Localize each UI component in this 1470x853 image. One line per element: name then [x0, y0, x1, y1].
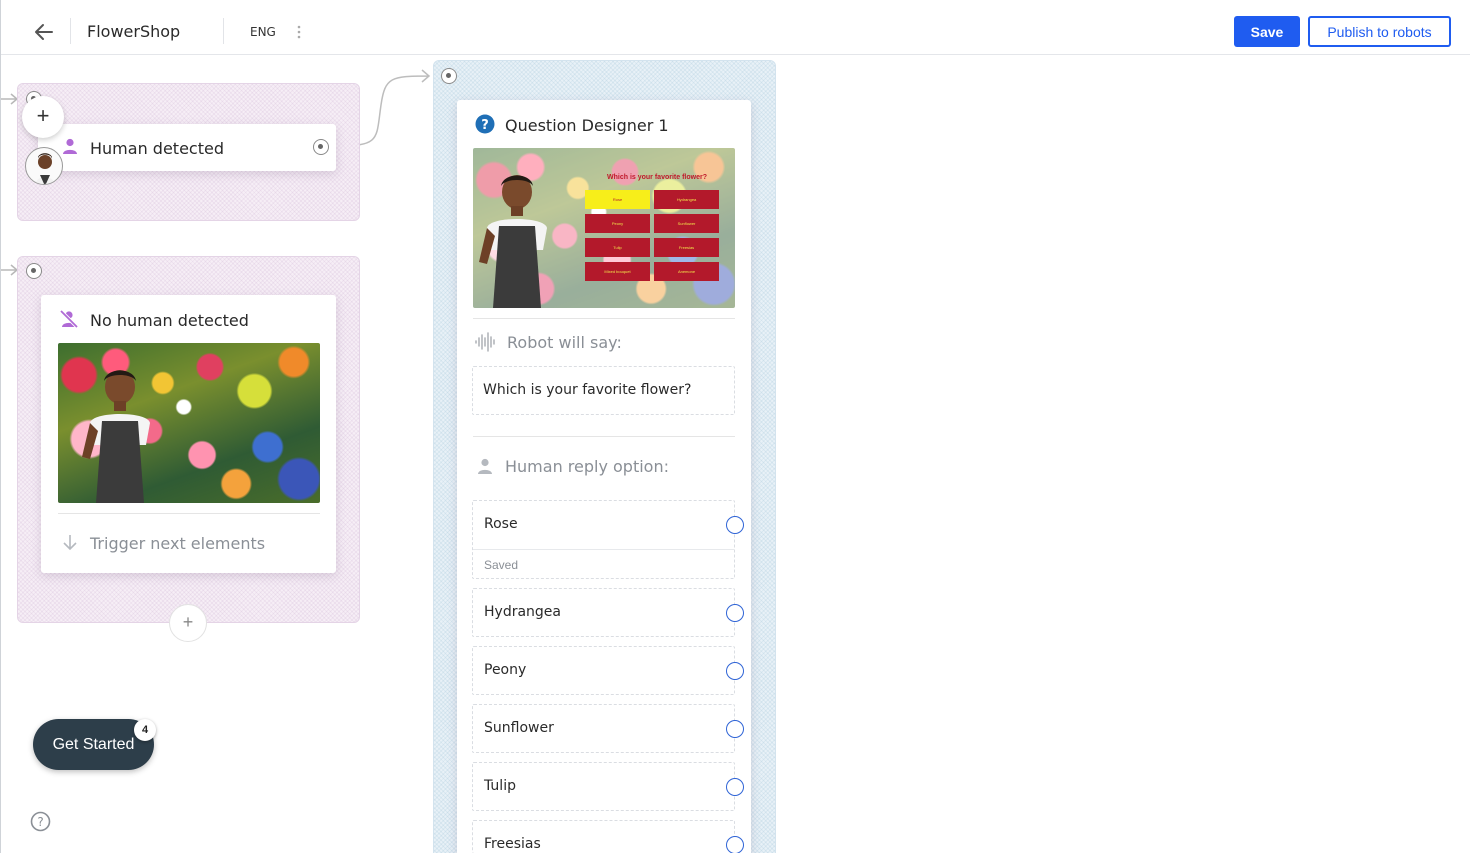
preview-option: Sunflower — [654, 214, 719, 233]
app-title: FlowerShop — [87, 22, 181, 41]
no-human-detected-title: No human detected — [90, 311, 249, 330]
add-element-button[interactable]: + — [169, 604, 207, 642]
robot-say-text: Which is your favorite flower? — [483, 382, 692, 398]
reply-option-radio[interactable] — [726, 720, 744, 738]
flower-shop-image — [58, 343, 320, 503]
reply-option-label: Freesias — [484, 836, 541, 852]
input-port[interactable] — [26, 263, 42, 279]
header-divider — [70, 18, 71, 44]
reply-option[interactable]: Peony — [472, 646, 744, 695]
reply-option-label: Rose — [484, 516, 518, 532]
question-icon: ? — [475, 114, 495, 134]
reply-option[interactable]: Sunflower — [472, 704, 744, 753]
back-arrow-icon[interactable] — [31, 19, 57, 45]
card-divider — [473, 436, 735, 437]
sound-wave-icon — [475, 332, 495, 352]
no-human-detected-card[interactable]: No human detected Trigger next elements — [41, 295, 336, 573]
plus-icon: + — [182, 612, 194, 632]
human-detected-title: Human detected — [90, 139, 224, 158]
preview-option: Freesias — [654, 238, 719, 257]
card-divider — [58, 513, 320, 514]
output-port[interactable] — [313, 139, 329, 155]
preview-option: Peony — [585, 214, 650, 233]
svg-text:?: ? — [481, 118, 489, 133]
reply-option-label: Sunflower — [484, 720, 554, 736]
reply-option[interactable]: Hydrangea — [472, 588, 744, 637]
language-selector[interactable]: ENG — [250, 25, 276, 39]
more-vertical-icon[interactable] — [296, 24, 302, 40]
reply-option-label: Hydrangea — [484, 604, 561, 620]
person-off-icon — [59, 309, 79, 329]
plus-icon: + — [36, 103, 50, 128]
robot-will-say-label: Robot will say: — [507, 333, 622, 352]
header-divider — [223, 18, 224, 44]
avatar[interactable] — [25, 147, 63, 185]
add-element-button[interactable]: + — [22, 96, 64, 138]
save-button[interactable]: Save — [1234, 16, 1300, 47]
reply-option[interactable]: Freesias — [472, 820, 744, 853]
preview-option: Tulip — [585, 238, 650, 257]
trigger-next-elements[interactable]: Trigger next elements — [90, 534, 265, 553]
reply-option[interactable]: Rose Saved — [472, 500, 744, 579]
preview-option: Hydrangea — [654, 190, 719, 209]
preview-option: Mixed bouquet — [585, 262, 650, 281]
person-icon — [63, 138, 77, 154]
flow-editor: FlowerShop ENG Save Publish to robots Hu… — [0, 0, 1470, 853]
shopkeeper-figure — [82, 370, 150, 503]
reply-option-label: Tulip — [484, 778, 516, 794]
person-icon — [478, 458, 492, 474]
human-detected-card[interactable]: Human detected — [38, 124, 336, 171]
robot-say-input[interactable]: Which is your favorite flower? — [472, 366, 735, 415]
option-divider — [473, 549, 734, 550]
svg-text:?: ? — [37, 815, 43, 829]
reply-option[interactable]: Tulip — [472, 762, 744, 811]
reply-option-radio[interactable] — [726, 516, 744, 534]
preview-option: Anemone — [654, 262, 719, 281]
reply-option-radio[interactable] — [726, 836, 744, 853]
preview-question: Which is your favorite flower? — [607, 174, 707, 181]
input-port[interactable] — [441, 68, 457, 84]
preview-option: Rose — [585, 190, 650, 209]
card-divider — [473, 318, 735, 319]
question-designer-title: Question Designer 1 — [505, 116, 669, 135]
top-bar: FlowerShop ENG Save Publish to robots — [1, 0, 1470, 55]
reply-option-radio[interactable] — [726, 604, 744, 622]
shopkeeper-figure — [479, 175, 547, 308]
reply-option-radio[interactable] — [726, 662, 744, 680]
get-started-count-badge: 4 — [134, 719, 156, 741]
help-circle-icon[interactable]: ? — [30, 811, 51, 832]
arrow-down-icon — [63, 535, 77, 551]
publish-to-robots-button[interactable]: Publish to robots — [1308, 16, 1451, 47]
reply-option-radio[interactable] — [726, 778, 744, 796]
reply-option-label: Peony — [484, 662, 527, 678]
human-reply-label: Human reply option: — [505, 457, 669, 476]
preview-options-grid: Rose Hydrangea Peony Sunflower Tulip Fre… — [585, 190, 721, 281]
reply-option-status: Saved — [484, 558, 519, 572]
